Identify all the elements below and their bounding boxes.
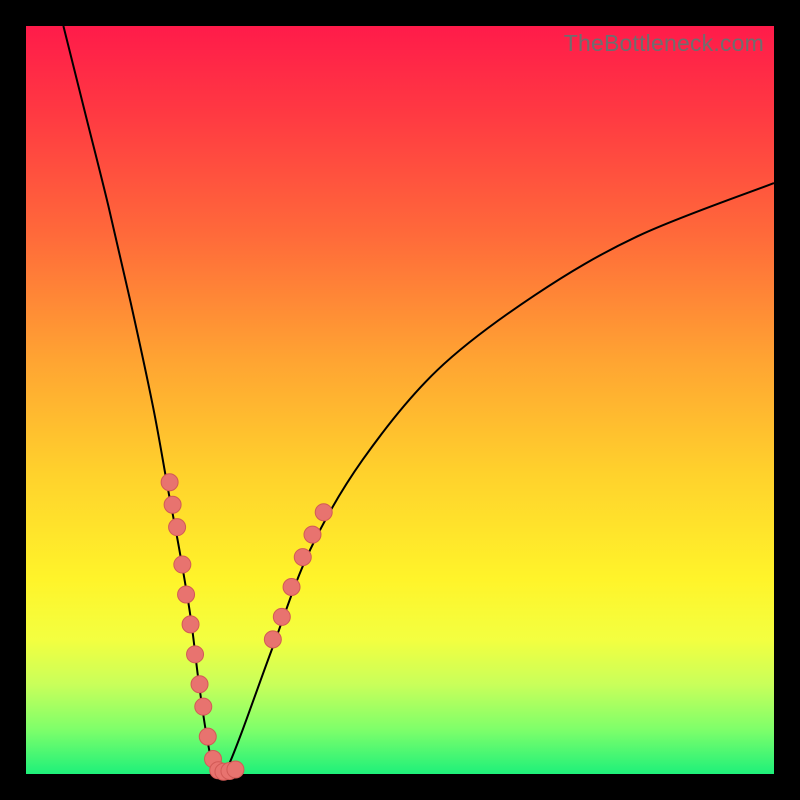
data-point	[161, 474, 178, 491]
plot-area: TheBottleneck.com	[26, 26, 774, 774]
chart-svg	[26, 26, 774, 774]
data-point	[187, 646, 204, 663]
data-point	[283, 579, 300, 596]
data-point	[195, 698, 212, 715]
data-point	[191, 676, 208, 693]
data-point	[169, 519, 186, 536]
data-point	[199, 728, 216, 745]
data-point	[315, 504, 332, 521]
data-point	[304, 526, 321, 543]
data-point	[227, 761, 244, 778]
chart-frame: TheBottleneck.com	[0, 0, 800, 800]
data-point	[164, 496, 181, 513]
data-point	[294, 549, 311, 566]
bottleneck-curve	[63, 26, 774, 774]
data-point	[174, 556, 191, 573]
data-point	[178, 586, 195, 603]
data-point	[264, 631, 281, 648]
data-point	[182, 616, 199, 633]
data-point	[273, 608, 290, 625]
data-markers	[161, 474, 332, 780]
